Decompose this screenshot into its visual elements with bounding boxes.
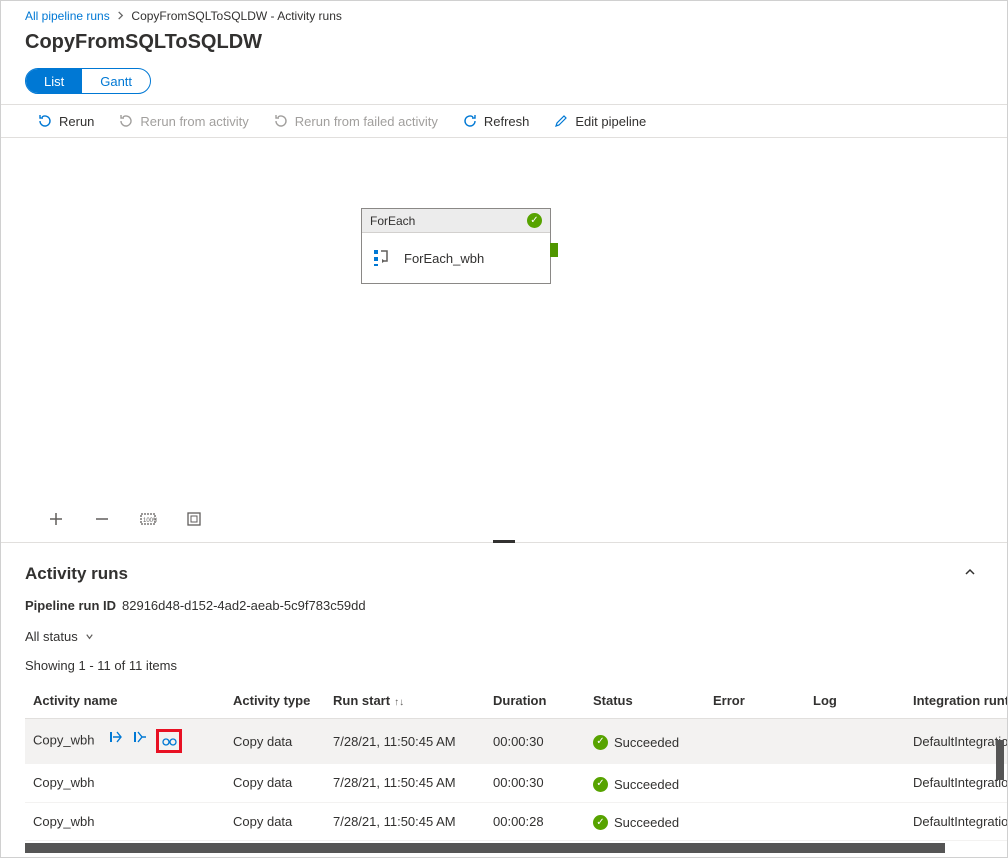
horizontal-scrollbar[interactable] [25,843,945,853]
status-cell: ✓Succeeded [593,815,679,830]
chevron-right-icon [116,9,125,23]
error-cell [705,764,805,803]
foreach-icon [372,247,394,269]
activity-name-cell: Copy_wbh [33,775,94,790]
output-icon[interactable] [132,729,148,753]
zoom-out-icon[interactable] [93,510,111,528]
svg-text:100%: 100% [143,518,157,524]
duration-cell: 00:00:30 [485,719,585,764]
col-duration[interactable]: Duration [485,683,585,719]
success-icon: ✓ [593,815,608,830]
col-error[interactable]: Error [705,683,805,719]
log-cell [805,764,905,803]
view-toggle: List Gantt [25,68,151,94]
activity-name-cell: Copy_wbh [33,814,94,829]
activity-runs-heading: Activity runs [25,564,128,584]
pipeline-run-id: Pipeline run ID82916d48-d152-4ad2-aeab-5… [1,588,1007,625]
rerun-icon [37,113,53,129]
page-title: CopyFromSQLToSQLDW [1,27,1007,64]
rerun-icon [273,113,289,129]
integration-cell: DefaultIntegrationRuntime [905,764,1007,803]
pipeline-canvas[interactable]: ForEach ✓ ForEach_wbh 100% [1,138,1007,543]
details-glasses-icon[interactable] [156,729,182,753]
col-integration-runtime[interactable]: Integration runtime [905,683,1007,719]
table-row[interactable]: Copy_wbh Copy data 7/28/21, 11:50:45 AM … [25,719,1007,764]
col-activity-type[interactable]: Activity type [225,683,325,719]
breadcrumb-current: CopyFromSQLToSQLDW - Activity runs [131,9,342,23]
activity-node-foreach[interactable]: ForEach ✓ ForEach_wbh [361,208,551,284]
canvas-controls: 100% [47,510,203,528]
vertical-scrollbar[interactable] [996,740,1004,780]
refresh-icon [462,113,478,129]
success-icon: ✓ [527,213,542,228]
run-start-cell: 7/28/21, 11:50:45 AM [325,764,485,803]
panel-resize-handle[interactable] [493,540,515,543]
duration-cell: 00:00:30 [485,764,585,803]
integration-cell: DefaultIntegrationRuntime [905,802,1007,841]
zoom-100-icon[interactable]: 100% [139,510,157,528]
run-start-cell: 7/28/21, 11:50:45 AM [325,802,485,841]
activity-node-name: ForEach_wbh [404,251,484,266]
activity-type-cell: Copy data [225,802,325,841]
rerun-from-failed-button: Rerun from failed activity [273,113,438,129]
zoom-in-icon[interactable] [47,510,65,528]
tab-list[interactable]: List [26,69,82,93]
input-icon[interactable] [108,729,124,753]
error-cell [705,719,805,764]
status-cell: ✓Succeeded [593,777,679,792]
breadcrumb: All pipeline runs CopyFromSQLToSQLDW - A… [1,1,1007,27]
integration-cell: DefaultIntegrationRuntime [905,719,1007,764]
tab-gantt[interactable]: Gantt [82,69,150,93]
status-filter-dropdown[interactable]: All status [1,625,119,652]
breadcrumb-root-link[interactable]: All pipeline runs [25,9,110,23]
duration-cell: 00:00:28 [485,802,585,841]
table-row[interactable]: Copy_wbh Copy data 7/28/21, 11:50:45 AM … [25,802,1007,841]
rerun-icon [118,113,134,129]
col-run-start[interactable]: Run start↑↓ [325,683,485,719]
activity-name-cell: Copy_wbh [33,732,94,747]
status-cell: ✓Succeeded [593,735,679,750]
col-log[interactable]: Log [805,683,905,719]
fit-screen-icon[interactable] [185,510,203,528]
chevron-down-icon [84,631,95,642]
rerun-button[interactable]: Rerun [37,113,94,129]
activity-type-cell: Copy data [225,719,325,764]
col-status[interactable]: Status [585,683,705,719]
refresh-button[interactable]: Refresh [462,113,530,129]
log-cell [805,719,905,764]
rerun-from-activity-button: Rerun from activity [118,113,248,129]
collapse-panel-button[interactable] [957,559,983,588]
success-icon: ✓ [593,735,608,750]
activity-runs-table: Activity name Activity type Run start↑↓ … [25,683,1007,841]
results-count: Showing 1 - 11 of 11 items [1,652,1007,683]
table-row[interactable]: Copy_wbh Copy data 7/28/21, 11:50:45 AM … [25,764,1007,803]
activity-node-type: ForEach [370,214,415,228]
col-activity-name[interactable]: Activity name [25,683,225,719]
toolbar: Rerun Rerun from activity Rerun from fai… [1,104,1007,138]
run-start-cell: 7/28/21, 11:50:45 AM [325,719,485,764]
success-icon: ✓ [593,777,608,792]
edit-pipeline-button[interactable]: Edit pipeline [553,113,646,129]
log-cell [805,802,905,841]
error-cell [705,802,805,841]
activity-type-cell: Copy data [225,764,325,803]
edit-icon [553,113,569,129]
node-output-port[interactable] [550,243,558,257]
